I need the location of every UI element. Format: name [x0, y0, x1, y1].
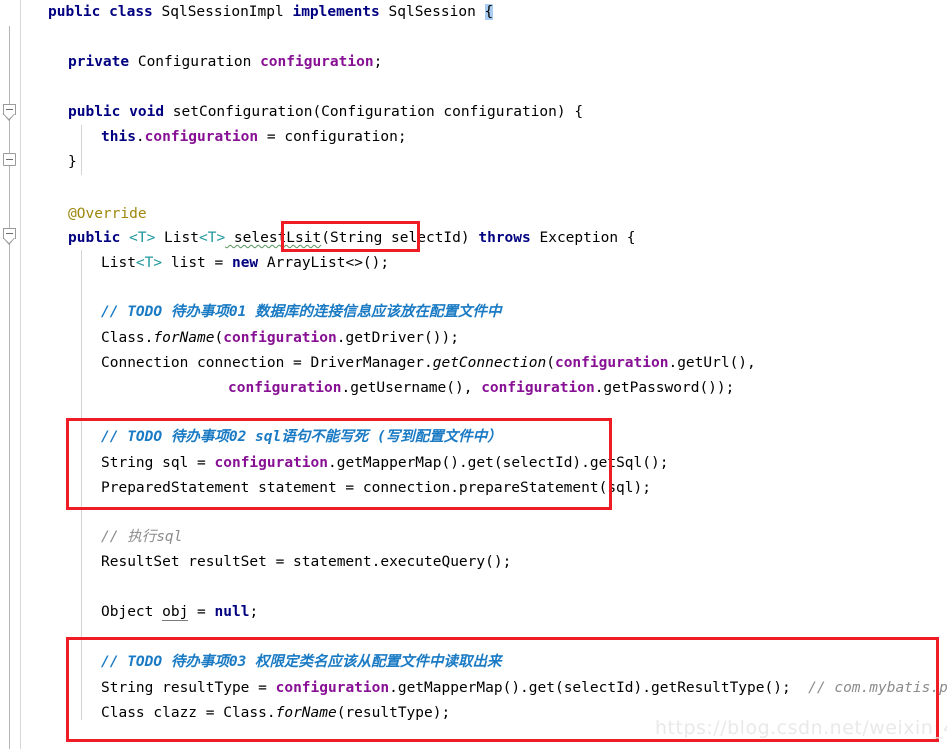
- token-keyword: public: [68, 230, 121, 246]
- fold-marker-block-end[interactable]: [3, 153, 16, 166]
- token-field: configuration: [144, 129, 259, 145]
- code-line-19[interactable]: String sql = configuration.getMapperMap(…: [101, 451, 947, 476]
- code-content-area[interactable]: public class SqlSessionImpl implements S…: [21, 0, 947, 749]
- token-keyword: new: [231, 255, 259, 271]
- code-line-10[interactable]: public <T> List<T> selestLsit(String sel…: [68, 226, 947, 251]
- code-line-22[interactable]: // 执行sql: [101, 525, 947, 550]
- code-line-7[interactable]: }: [68, 150, 947, 175]
- token-todo-keyword: TODO: [127, 429, 163, 445]
- token-comment-slashes: //: [101, 304, 128, 320]
- matched-brace: {: [484, 4, 494, 20]
- token-type-param: <T>: [198, 230, 226, 246]
- token-keyword: public: [68, 104, 121, 120]
- token-comment-slashes: //: [101, 654, 128, 670]
- code-line-3[interactable]: private Configuration configuration;: [68, 50, 947, 75]
- token-field: configuration: [228, 380, 342, 396]
- code-line-9[interactable]: @Override: [68, 202, 947, 227]
- token-todo-text: 待办事项02 sql语句不能写死 (写到配置文件中）: [162, 429, 502, 445]
- token-field: configuration: [554, 355, 669, 371]
- token-keyword: class: [109, 4, 153, 20]
- token-comment-slashes: //: [101, 429, 128, 445]
- code-line-27-todo-03[interactable]: // TODO 待办事项03 权限定类名应该从配置文件中读取出来: [101, 650, 947, 675]
- token-todo-text: 待办事项03 权限定类名应该从配置文件中读取出来: [162, 654, 502, 670]
- code-line-6[interactable]: this.configuration = configuration;: [101, 125, 947, 150]
- token-todo-keyword: TODO: [127, 654, 163, 670]
- code-line-5[interactable]: public void setConfiguration(Configurati…: [68, 100, 947, 125]
- code-line-23[interactable]: ResultSet resultSet = statement.executeQ…: [101, 550, 947, 575]
- fold-toggle-setconfiguration[interactable]: [3, 104, 16, 122]
- token-field: configuration: [223, 330, 337, 346]
- token-keyword: this: [101, 129, 136, 145]
- token-keyword: throws: [478, 230, 531, 246]
- token-method-decl: setConfiguration(Configuration configura…: [164, 104, 584, 120]
- token-field: configuration: [275, 680, 390, 696]
- token-classname: SqlSessionImpl: [152, 4, 293, 20]
- token-annotation: @Override: [68, 206, 147, 222]
- code-line-14[interactable]: Class.forName(configuration.getDriver())…: [101, 326, 947, 351]
- code-line-11[interactable]: List<T> list = new ArrayList<>();: [101, 251, 947, 276]
- token-static-method: getConnection: [432, 355, 547, 371]
- token-unused-variable: obj: [162, 604, 189, 621]
- token-static-method: forName: [275, 705, 337, 721]
- fold-toggle-selestlsit[interactable]: [3, 228, 16, 246]
- token-keyword: private: [68, 54, 130, 70]
- token-todo-keyword: TODO: [127, 304, 163, 320]
- token-field: configuration: [481, 380, 595, 396]
- code-line-16[interactable]: configuration.getUsername(), configurati…: [228, 376, 947, 401]
- token-params: (String selectId): [321, 230, 470, 246]
- code-editor-window[interactable]: public class SqlSessionImpl implements S…: [0, 0, 947, 749]
- token-method-name-typo: selestLsit: [225, 230, 322, 246]
- code-line-25[interactable]: Object obj = null;: [101, 600, 947, 625]
- token-field: configuration: [260, 54, 374, 70]
- token-type-param: <T>: [129, 230, 156, 246]
- token-keyword: public: [48, 4, 101, 20]
- csdn-watermark: https://blog.csdn.net/weixin_44591357: [655, 717, 947, 739]
- token-keyword: void: [129, 104, 165, 120]
- token-static-method: forName: [153, 330, 215, 346]
- code-line-18-todo-02[interactable]: // TODO 待办事项02 sql语句不能写死 (写到配置文件中）: [101, 425, 947, 450]
- code-line-13-todo-01[interactable]: // TODO 待办事项01 数据库的连接信息应该放在配置文件中: [101, 300, 947, 325]
- token-keyword: null: [214, 604, 250, 620]
- code-line-28[interactable]: String resultType = configuration.getMap…: [101, 676, 947, 701]
- fold-gutter[interactable]: [0, 0, 21, 749]
- indent-guide: [81, 250, 82, 720]
- token-interfacename: SqlSession: [379, 4, 485, 20]
- token-trailing-comment: // com.mybatis.pojo.User: [808, 680, 947, 696]
- code-line-1[interactable]: public class SqlSessionImpl implements S…: [48, 0, 947, 25]
- token-keyword: implements: [292, 4, 380, 20]
- code-line-20[interactable]: PreparedStatement statement = connection…: [101, 476, 947, 501]
- token-todo-text: 待办事项01 数据库的连接信息应该放在配置文件中: [162, 304, 502, 320]
- token-comment: // 执行sql: [101, 529, 183, 545]
- code-line-15[interactable]: Connection connection = DriverManager.ge…: [101, 351, 947, 376]
- fold-rail: [9, 26, 10, 749]
- token-field: configuration: [214, 455, 329, 471]
- token-type-param: <T>: [135, 255, 163, 271]
